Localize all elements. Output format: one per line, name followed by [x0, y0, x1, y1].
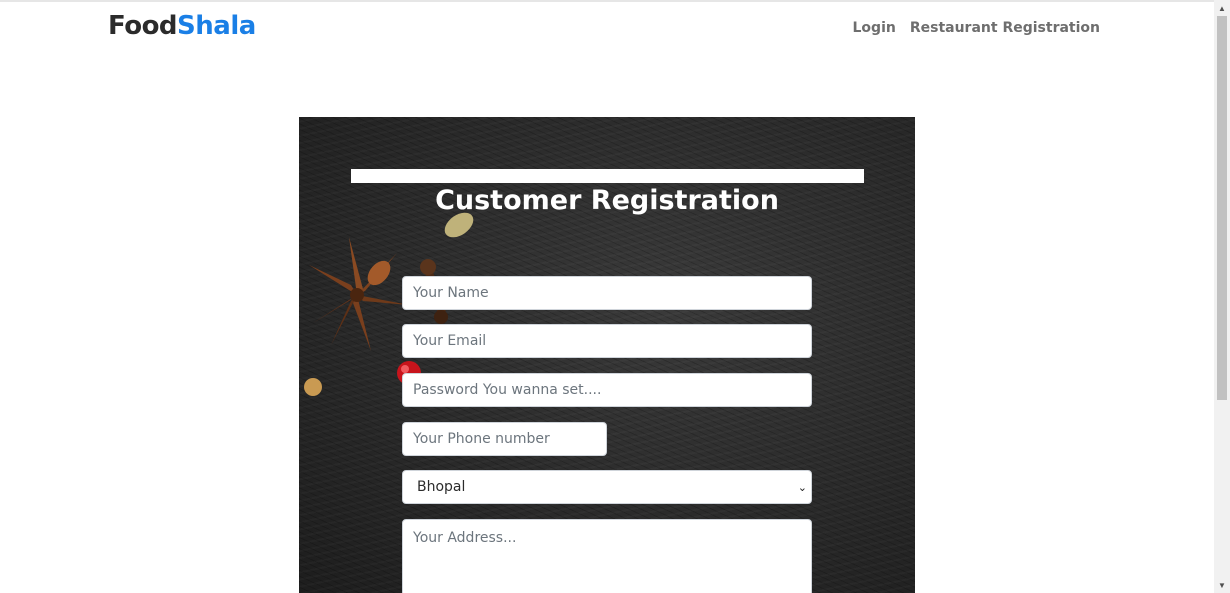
nav-restaurant-registration-link[interactable]: Restaurant Registration — [910, 20, 1100, 36]
city-select-value: Bhopal — [417, 479, 466, 495]
brand-food: Food — [108, 11, 178, 41]
password-input[interactable] — [402, 373, 812, 407]
brand-logo[interactable]: FoodShala — [108, 11, 256, 41]
form-title: Customer Registration — [435, 185, 779, 216]
registration-panel: Customer Registration Bhopal ⌄ — [299, 117, 915, 593]
arrow-down-icon[interactable]: ▼ — [1214, 577, 1230, 593]
address-textarea[interactable] — [402, 519, 812, 593]
email-input[interactable] — [402, 324, 812, 358]
phone-input[interactable] — [402, 422, 607, 456]
title-underline-bar — [351, 169, 864, 183]
city-select[interactable]: Bhopal ⌄ — [402, 470, 812, 504]
name-input[interactable] — [402, 276, 812, 310]
page-scrollbar[interactable]: ▲ ▼ — [1214, 0, 1230, 593]
navbar: FoodShala Login Restaurant Registration — [0, 2, 1214, 58]
chevron-down-icon: ⌄ — [797, 480, 807, 494]
nav-login-link[interactable]: Login — [853, 20, 896, 36]
scrollbar-thumb[interactable] — [1217, 16, 1227, 400]
brand-shala: Shala — [177, 11, 256, 41]
arrow-up-icon[interactable]: ▲ — [1214, 0, 1230, 16]
nav-links: Login Restaurant Registration — [853, 20, 1100, 36]
